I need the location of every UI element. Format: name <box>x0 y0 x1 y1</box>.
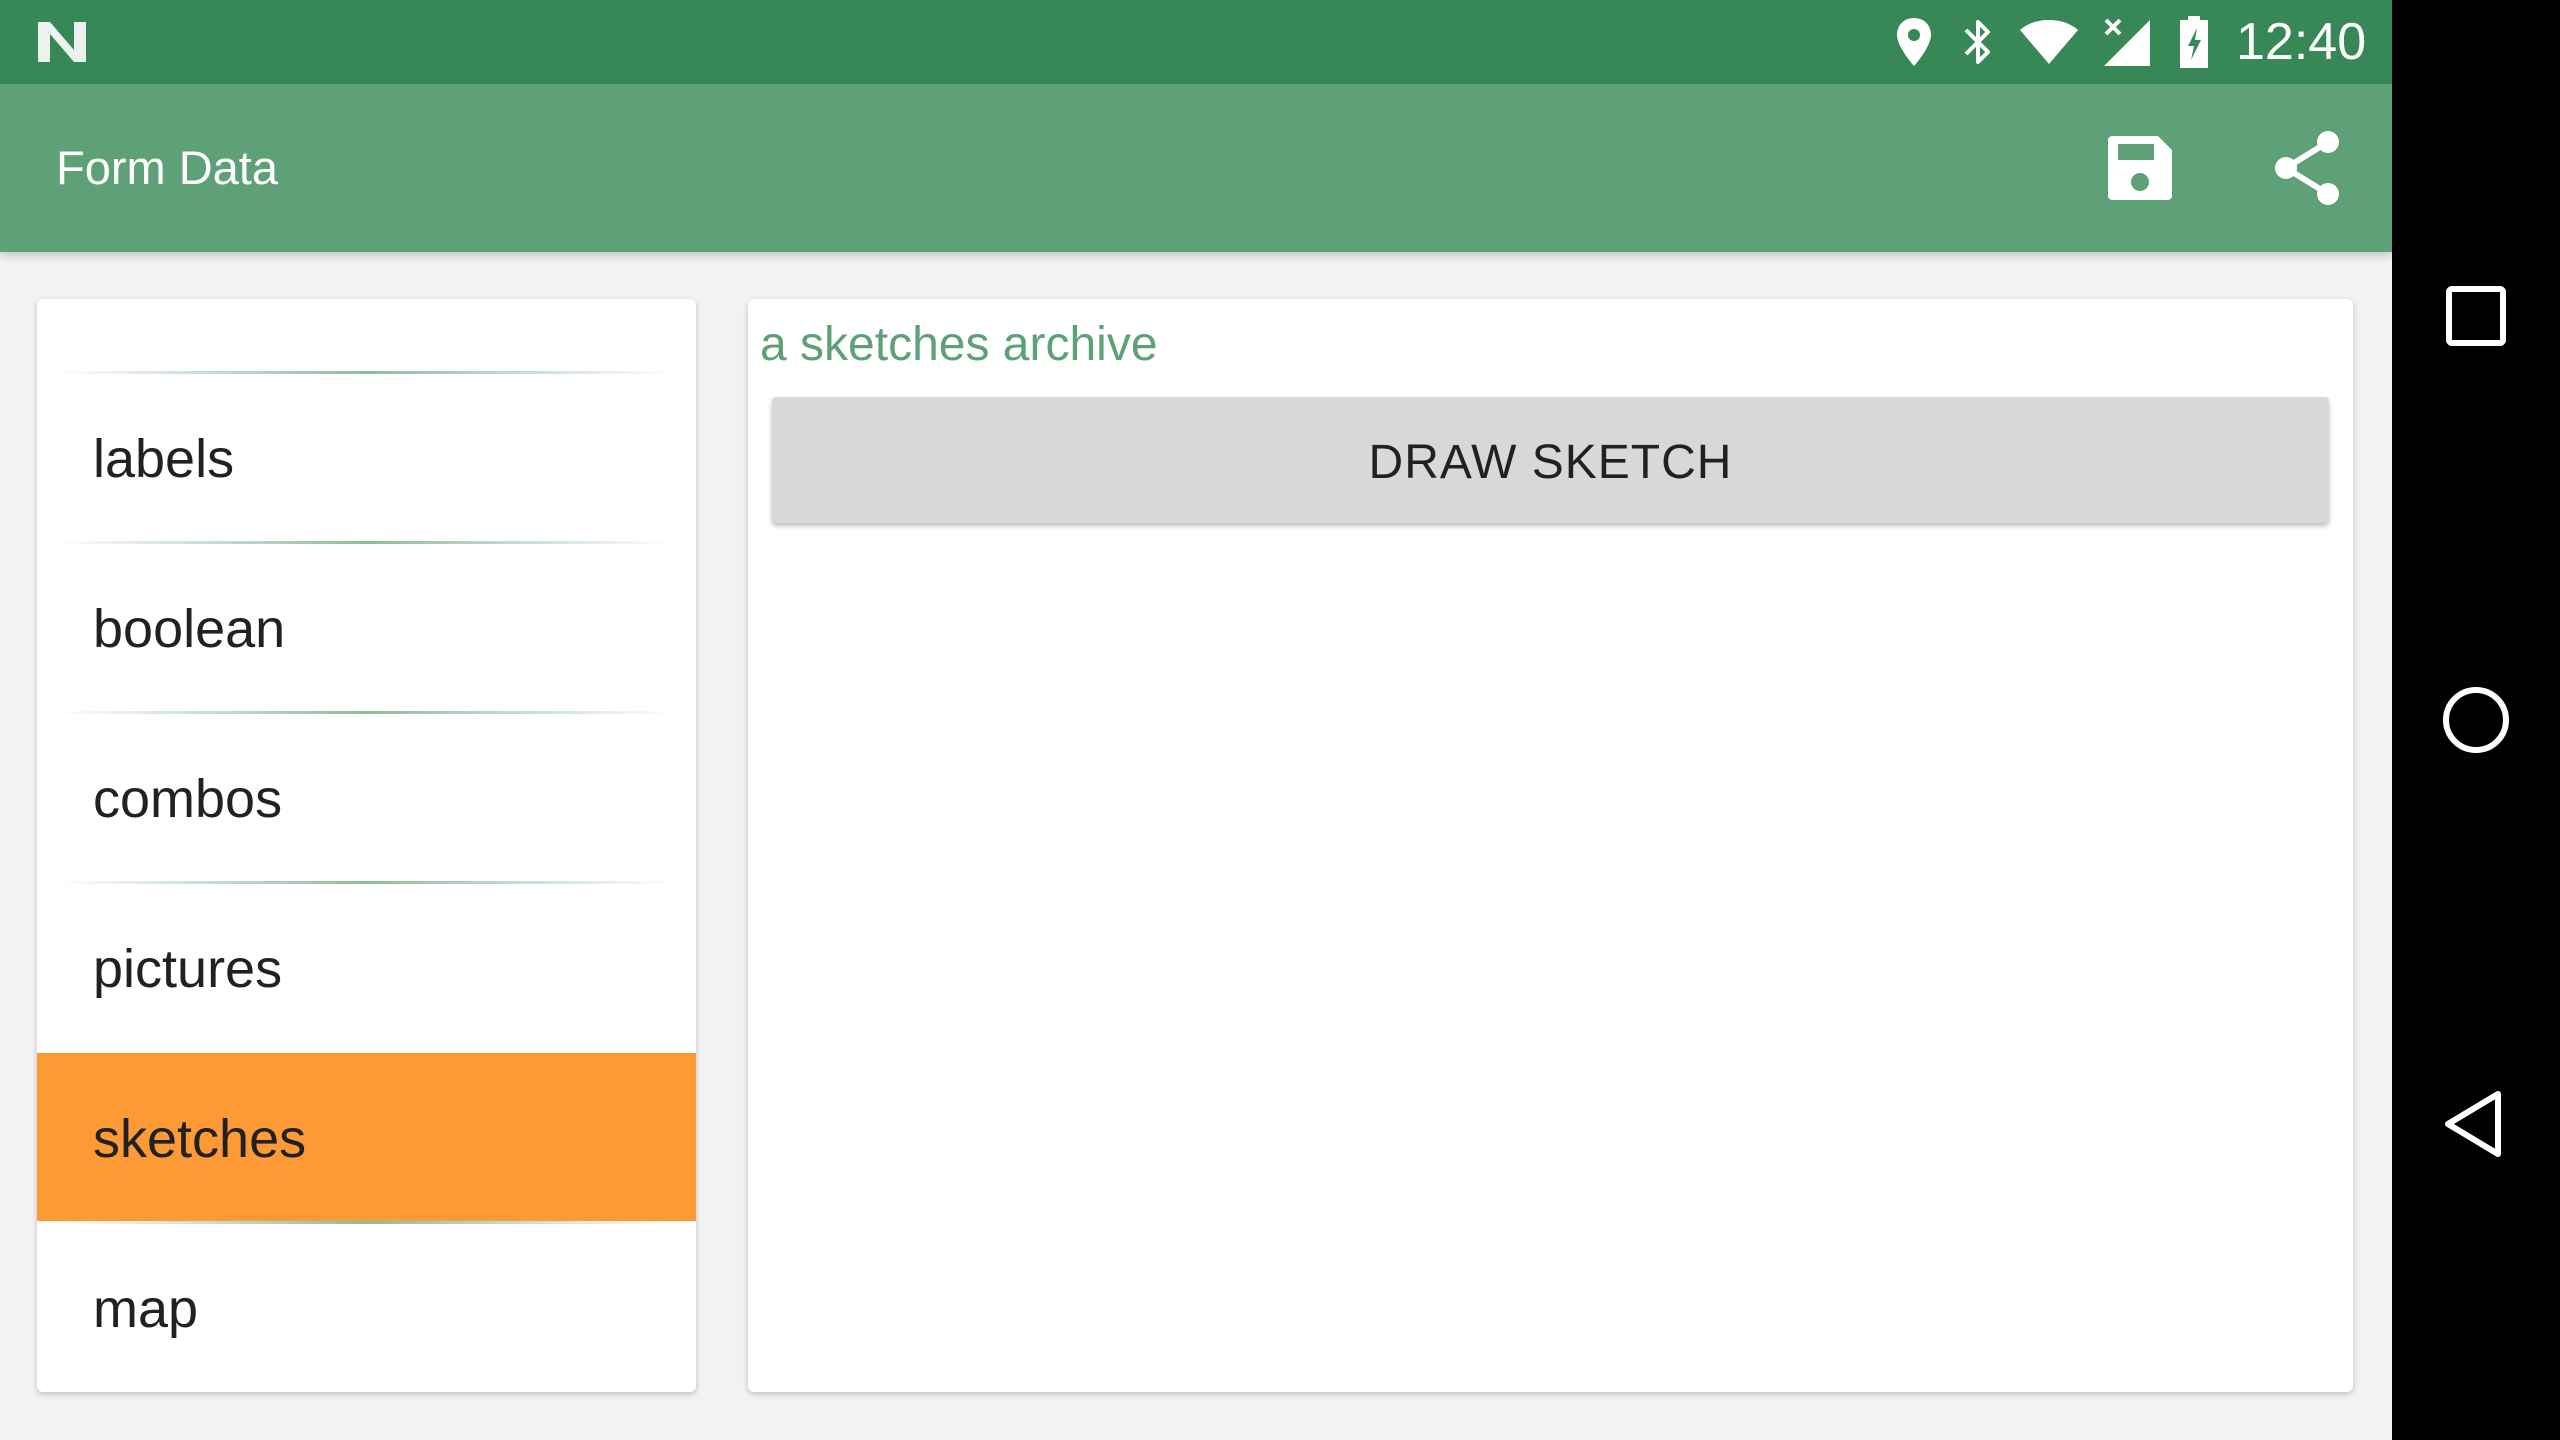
recents-icon <box>2446 286 2506 346</box>
list-item-label: time <box>93 299 195 309</box>
list-item-labels[interactable]: labels <box>37 373 696 541</box>
status-time: 12:40 <box>2236 13 2367 71</box>
back-button[interactable] <box>2426 1074 2526 1174</box>
status-bar: 12:40 <box>0 0 2392 84</box>
list-item-time[interactable]: time <box>37 299 696 359</box>
list-item-boolean[interactable]: boolean <box>37 543 696 711</box>
sketches-panel: a sketches archive DRAW SKETCH <box>748 299 2353 1392</box>
wifi-icon <box>2020 20 2078 64</box>
list-item-label: combos <box>93 769 283 829</box>
list-item-pictures[interactable]: pictures <box>37 883 696 1051</box>
list-item-label: labels <box>93 429 235 489</box>
location-icon <box>1897 18 1931 66</box>
battery-charging-icon <box>2180 16 2208 68</box>
form-sections-list: time labels boolean combos pictures sket… <box>37 299 696 1392</box>
list-item-label: pictures <box>93 939 283 999</box>
share-button[interactable] <box>2264 124 2352 212</box>
back-icon <box>2445 1091 2501 1157</box>
list-item-combos[interactable]: combos <box>37 713 696 881</box>
app-screen: 12:40 Form Data time la <box>0 0 2392 1440</box>
bluetooth-icon <box>1964 20 1990 64</box>
save-button[interactable] <box>2096 124 2184 212</box>
draw-sketch-button-label: DRAW SKETCH <box>1368 436 1733 489</box>
signal-icon <box>2104 18 2150 66</box>
save-icon <box>2108 136 2172 200</box>
list-item-map[interactable]: map <box>37 1223 696 1391</box>
section-title: a sketches archive <box>760 318 1158 371</box>
list-item-sketches[interactable]: sketches <box>37 1053 696 1221</box>
share-icon <box>2275 131 2339 205</box>
list-item-label: map <box>93 1279 199 1339</box>
home-button[interactable] <box>2426 670 2526 770</box>
list-item-label: boolean <box>93 599 286 659</box>
list-item-label: sketches <box>93 1109 307 1169</box>
recents-button[interactable] <box>2426 266 2526 366</box>
draw-sketch-button[interactable]: DRAW SKETCH <box>772 397 2329 523</box>
navigation-bar <box>2392 0 2560 1440</box>
n-logo-icon <box>38 22 86 62</box>
home-icon <box>2443 687 2509 753</box>
page-title: Form Data <box>56 141 278 194</box>
app-bar: Form Data <box>0 84 2392 252</box>
